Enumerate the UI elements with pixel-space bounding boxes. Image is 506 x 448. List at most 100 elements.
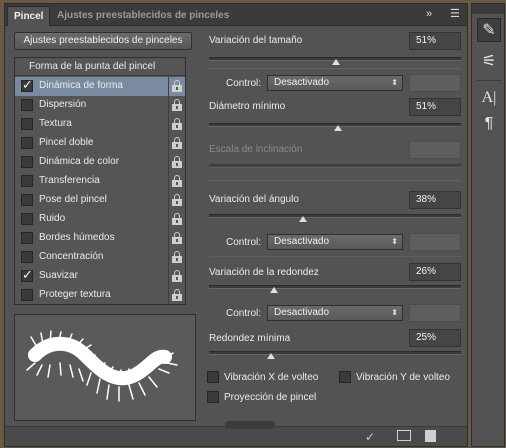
grid-icon[interactable] bbox=[397, 430, 411, 441]
size-jitter-thumb[interactable] bbox=[332, 59, 340, 65]
new-brush-icon[interactable] bbox=[425, 430, 436, 442]
lock-icon[interactable] bbox=[172, 213, 182, 225]
flip-y-checkbox[interactable] bbox=[339, 371, 351, 383]
panel-footer: ✓ bbox=[5, 421, 467, 446]
brush-setting-checkbox[interactable] bbox=[21, 194, 33, 206]
brush-setting-checkbox[interactable] bbox=[21, 232, 33, 244]
brush-setting-row[interactable]: Dinámica de forma bbox=[15, 77, 185, 96]
brush-setting-label: Ruido bbox=[39, 213, 66, 224]
size-jitter-value[interactable]: 51% bbox=[409, 32, 461, 50]
row-divider bbox=[168, 153, 169, 172]
angle-control-value: Desactivado bbox=[274, 236, 330, 247]
brush-settings-list: Forma de la punta del pincel Dinámica de… bbox=[14, 57, 186, 305]
brush-setting-row[interactable]: Ruido bbox=[15, 210, 185, 229]
size-control-select[interactable]: Desactivado ⬍ bbox=[267, 75, 403, 91]
brush-setting-label: Dispersión bbox=[39, 99, 87, 110]
lock-icon[interactable] bbox=[172, 99, 182, 111]
select-arrow-icon: ⬍ bbox=[391, 78, 398, 87]
character-icon[interactable]: A| bbox=[477, 86, 501, 110]
brush-setting-label: Dinámica de color bbox=[39, 156, 120, 167]
brush-projection-label: Proyección de pincel bbox=[224, 392, 317, 403]
brush-setting-row[interactable]: Pincel doble bbox=[15, 134, 185, 153]
brush-setting-checkbox[interactable] bbox=[21, 268, 33, 283]
lock-icon[interactable] bbox=[172, 80, 182, 92]
brush-setting-label: Bordes húmedos bbox=[39, 232, 115, 243]
lock-icon[interactable] bbox=[172, 232, 182, 244]
size-control-extra-field bbox=[409, 74, 461, 92]
brush-presets-button[interactable]: Ajustes preestablecidos de pinceles bbox=[14, 32, 192, 50]
roundness-control-value: Desactivado bbox=[274, 307, 330, 318]
min-diameter-value[interactable]: 51% bbox=[409, 98, 461, 116]
angle-jitter-slider[interactable] bbox=[209, 214, 461, 218]
min-roundness-thumb[interactable] bbox=[267, 353, 275, 359]
lock-icon[interactable] bbox=[172, 289, 182, 301]
resize-handle[interactable] bbox=[225, 421, 275, 429]
tilt-scale-label: Escala de inclinación bbox=[209, 144, 303, 155]
tab-brush-presets[interactable]: Ajustes preestablecidos de pinceles bbox=[51, 6, 235, 26]
brush-setting-checkbox[interactable] bbox=[21, 118, 33, 130]
angle-jitter-value[interactable]: 38% bbox=[409, 191, 461, 209]
brush-setting-label: Pose del pincel bbox=[39, 194, 107, 205]
brush-panel-icon[interactable]: ✎ bbox=[477, 18, 501, 42]
tab-brush[interactable]: Pincel bbox=[7, 6, 51, 26]
lock-icon[interactable] bbox=[172, 270, 182, 282]
tilt-scale-value bbox=[409, 141, 461, 159]
strip-grip bbox=[472, 4, 504, 14]
angle-jitter-thumb[interactable] bbox=[299, 216, 307, 222]
lock-icon[interactable] bbox=[172, 156, 182, 168]
brush-setting-checkbox[interactable] bbox=[21, 137, 33, 149]
roundness-jitter-slider[interactable] bbox=[209, 285, 461, 289]
size-control-value: Desactivado bbox=[274, 77, 330, 88]
row-divider bbox=[168, 134, 169, 153]
brush-setting-row[interactable]: Proteger textura bbox=[15, 286, 185, 305]
angle-control-select[interactable]: Desactivado ⬍ bbox=[267, 234, 403, 250]
brush-setting-checkbox[interactable] bbox=[21, 251, 33, 263]
brush-setting-checkbox[interactable] bbox=[21, 289, 33, 301]
roundness-control-extra-field bbox=[409, 304, 461, 322]
flip-x-checkbox[interactable] bbox=[207, 371, 219, 383]
lock-icon[interactable] bbox=[172, 175, 182, 187]
brush-setting-checkbox[interactable] bbox=[21, 99, 33, 111]
brush-presets-icon[interactable]: ⚟ bbox=[477, 50, 501, 74]
roundness-jitter-label: Variación de la redondez bbox=[209, 267, 319, 278]
roundness-jitter-thumb[interactable] bbox=[270, 287, 278, 293]
brush-setting-row[interactable]: Dispersión bbox=[15, 96, 185, 115]
brush-setting-checkbox[interactable] bbox=[21, 78, 33, 93]
lock-icon[interactable] bbox=[172, 118, 182, 130]
brush-setting-row[interactable]: Suavizar bbox=[15, 267, 185, 286]
paragraph-icon[interactable]: ¶ bbox=[477, 112, 501, 136]
brush-panel: Pincel Ajustes preestablecidos de pincel… bbox=[4, 3, 468, 447]
brush-setting-checkbox[interactable] bbox=[21, 213, 33, 225]
brush-setting-row[interactable]: Pose del pincel bbox=[15, 191, 185, 210]
brush-setting-label: Transferencia bbox=[39, 175, 100, 186]
brush-setting-row[interactable]: Textura bbox=[15, 115, 185, 134]
collapse-icon[interactable]: » bbox=[426, 9, 432, 20]
brush-setting-row[interactable]: Bordes húmedos bbox=[15, 229, 185, 248]
roundness-control-select[interactable]: Desactivado ⬍ bbox=[267, 305, 403, 321]
lock-icon[interactable] bbox=[172, 251, 182, 263]
min-roundness-value[interactable]: 25% bbox=[409, 329, 461, 347]
brush-setting-row[interactable]: Concentración bbox=[15, 248, 185, 267]
lock-icon[interactable] bbox=[172, 194, 182, 206]
roundness-jitter-value[interactable]: 26% bbox=[409, 263, 461, 281]
lock-icon[interactable] bbox=[172, 137, 182, 149]
min-diameter-label: Diámetro mínimo bbox=[209, 101, 286, 112]
row-divider bbox=[168, 77, 169, 96]
flip-y-label: Vibración Y de volteo bbox=[356, 372, 450, 383]
brush-setting-checkbox[interactable] bbox=[21, 175, 33, 187]
brush-setting-row[interactable]: Transferencia bbox=[15, 172, 185, 191]
brush-tip-shape-item[interactable]: Forma de la punta del pincel bbox=[15, 58, 185, 76]
min-roundness-slider[interactable] bbox=[209, 351, 461, 355]
stroke-preview-image bbox=[26, 330, 178, 402]
toggle-bristle-icon[interactable]: ✓ bbox=[365, 430, 375, 444]
brush-setting-row[interactable]: Dinámica de color bbox=[15, 153, 185, 172]
panel-menu-icon[interactable]: ☰ bbox=[450, 9, 460, 20]
min-diameter-thumb[interactable] bbox=[334, 125, 342, 131]
select-arrow-icon: ⬍ bbox=[391, 308, 398, 317]
brush-setting-label: Dinámica de forma bbox=[39, 80, 123, 91]
divider bbox=[209, 68, 461, 69]
brush-setting-checkbox[interactable] bbox=[21, 156, 33, 168]
brush-projection-checkbox[interactable] bbox=[207, 391, 219, 403]
divider bbox=[209, 256, 461, 257]
row-divider bbox=[168, 115, 169, 134]
